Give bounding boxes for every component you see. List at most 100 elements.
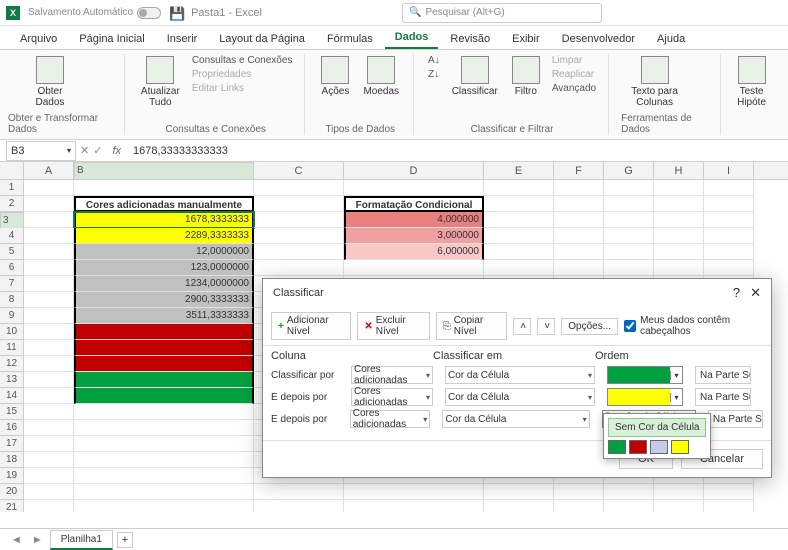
cell[interactable]: 5344,3333333 bbox=[74, 356, 254, 372]
row-header[interactable]: 17 bbox=[0, 436, 24, 452]
sort-on-select[interactable]: Cor da Célula▾ bbox=[445, 366, 595, 384]
cell[interactable] bbox=[654, 228, 704, 244]
row-header[interactable]: 8 bbox=[0, 292, 24, 308]
cell[interactable] bbox=[554, 244, 604, 260]
cell[interactable] bbox=[654, 180, 704, 196]
cell[interactable] bbox=[24, 372, 74, 388]
save-icon[interactable]: 💾 bbox=[169, 6, 183, 20]
no-cell-color-option[interactable]: Sem Cor da Célula bbox=[608, 418, 706, 437]
cell[interactable] bbox=[654, 212, 704, 228]
get-data-button[interactable]: Obter Dados bbox=[32, 54, 69, 110]
cell[interactable] bbox=[24, 196, 74, 212]
cell[interactable] bbox=[254, 500, 344, 512]
cell[interactable] bbox=[254, 484, 344, 500]
row-header[interactable]: 2 bbox=[0, 196, 24, 212]
filter-button[interactable]: Filtro bbox=[508, 54, 544, 99]
cell[interactable] bbox=[344, 484, 484, 500]
row-header[interactable]: 11 bbox=[0, 340, 24, 356]
menu-tab-arquivo[interactable]: Arquivo bbox=[10, 29, 67, 49]
col-header[interactable]: H bbox=[654, 162, 704, 179]
cell[interactable] bbox=[704, 180, 754, 196]
cell[interactable] bbox=[24, 452, 74, 468]
refresh-all-button[interactable]: Atualizar Tudo bbox=[137, 54, 184, 110]
options-button[interactable]: Opções... bbox=[561, 318, 618, 335]
cell[interactable] bbox=[604, 500, 654, 512]
cell[interactable] bbox=[24, 420, 74, 436]
currencies-button[interactable]: Moedas bbox=[359, 54, 403, 99]
menu-tab-página-inicial[interactable]: Página Inicial bbox=[69, 29, 154, 49]
ribbon-icon[interactable] bbox=[74, 71, 90, 87]
cell[interactable]: 1234,0000000 bbox=[74, 276, 254, 292]
cell[interactable] bbox=[604, 484, 654, 500]
cell[interactable] bbox=[24, 308, 74, 324]
sort-column-select[interactable]: Cores adicionadas▾ bbox=[351, 388, 433, 406]
cell[interactable] bbox=[24, 276, 74, 292]
queries-connections[interactable]: Consultas e Conexões bbox=[190, 54, 295, 67]
sort-order-select[interactable]: Na Parte Sup▾ bbox=[695, 366, 751, 384]
cell[interactable] bbox=[24, 212, 74, 228]
sort-on-select[interactable]: Cor da Célula▾ bbox=[445, 388, 595, 406]
sort-button[interactable]: Classificar bbox=[448, 54, 502, 99]
cell[interactable] bbox=[254, 180, 344, 196]
enter-icon[interactable]: ✓ bbox=[93, 144, 102, 157]
cell[interactable] bbox=[24, 180, 74, 196]
cell[interactable] bbox=[24, 356, 74, 372]
menu-tab-layout-da-página[interactable]: Layout da Página bbox=[209, 29, 315, 49]
cell[interactable] bbox=[554, 500, 604, 512]
ribbon-icon[interactable] bbox=[74, 54, 90, 70]
cell[interactable] bbox=[74, 404, 254, 420]
col-header[interactable]: B bbox=[74, 162, 254, 180]
cell[interactable] bbox=[484, 180, 554, 196]
formula-input[interactable]: 1678,33333333333 bbox=[127, 145, 788, 157]
add-sheet-button[interactable]: + bbox=[117, 532, 133, 548]
close-icon[interactable]: ✕ bbox=[750, 285, 761, 301]
row-header[interactable]: 1 bbox=[0, 180, 24, 196]
cell[interactable] bbox=[74, 500, 254, 512]
sort-order-select[interactable]: Na Parte Sup▾ bbox=[695, 388, 751, 406]
color-swatch[interactable] bbox=[650, 440, 668, 454]
cell[interactable] bbox=[344, 260, 484, 276]
cell[interactable]: 6566,3333333 bbox=[74, 388, 254, 404]
sort-order-select[interactable]: Na Parte Sup▾ bbox=[708, 410, 763, 428]
delete-level-button[interactable]: ✕Excluir Nível bbox=[357, 312, 429, 340]
ribbon-icon[interactable] bbox=[688, 71, 704, 87]
sheet-tab[interactable]: Planilha1 bbox=[50, 530, 113, 550]
row-header[interactable]: 16 bbox=[0, 420, 24, 436]
cell[interactable] bbox=[344, 500, 484, 512]
name-box[interactable]: B3▾ bbox=[6, 141, 76, 161]
stocks-button[interactable]: Ações bbox=[317, 54, 353, 99]
cell[interactable]: Formatação Condicional bbox=[344, 196, 484, 212]
add-level-button[interactable]: +Adicionar Nível bbox=[271, 312, 351, 340]
cell[interactable] bbox=[604, 228, 654, 244]
select-all-corner[interactable] bbox=[0, 162, 24, 179]
row-header[interactable]: 13 bbox=[0, 372, 24, 388]
clear[interactable]: Limpar bbox=[550, 54, 598, 67]
row-header[interactable]: 6 bbox=[0, 260, 24, 276]
row-header[interactable]: 19 bbox=[0, 468, 24, 484]
cell[interactable] bbox=[74, 180, 254, 196]
cell[interactable] bbox=[254, 244, 344, 260]
cell[interactable] bbox=[704, 484, 754, 500]
search-box[interactable]: 🔍 Pesquisar (Alt+G) bbox=[402, 3, 602, 23]
row-header[interactable]: 14 bbox=[0, 388, 24, 404]
cell[interactable]: 2289,3333333 bbox=[74, 228, 254, 244]
color-swatch[interactable] bbox=[671, 440, 689, 454]
row-header[interactable]: 12 bbox=[0, 356, 24, 372]
what-if-button[interactable]: Teste Hipóte bbox=[733, 54, 770, 110]
cell[interactable] bbox=[484, 260, 554, 276]
sort-column-select[interactable]: Cores adicionadas▾ bbox=[350, 410, 431, 428]
cell[interactable] bbox=[554, 196, 604, 212]
col-header[interactable]: I bbox=[704, 162, 754, 179]
col-header[interactable]: D bbox=[344, 162, 484, 179]
cell[interactable] bbox=[704, 500, 754, 512]
advanced[interactable]: Avançado bbox=[550, 82, 598, 95]
sort-on-select[interactable]: Cor da Célula▾ bbox=[442, 410, 589, 428]
cell[interactable]: 4,000000 bbox=[344, 212, 484, 228]
cell[interactable] bbox=[604, 260, 654, 276]
cell[interactable] bbox=[704, 196, 754, 212]
cell[interactable] bbox=[24, 468, 74, 484]
cell[interactable] bbox=[654, 196, 704, 212]
cell[interactable] bbox=[484, 212, 554, 228]
cell[interactable] bbox=[254, 260, 344, 276]
cell[interactable] bbox=[24, 500, 74, 512]
